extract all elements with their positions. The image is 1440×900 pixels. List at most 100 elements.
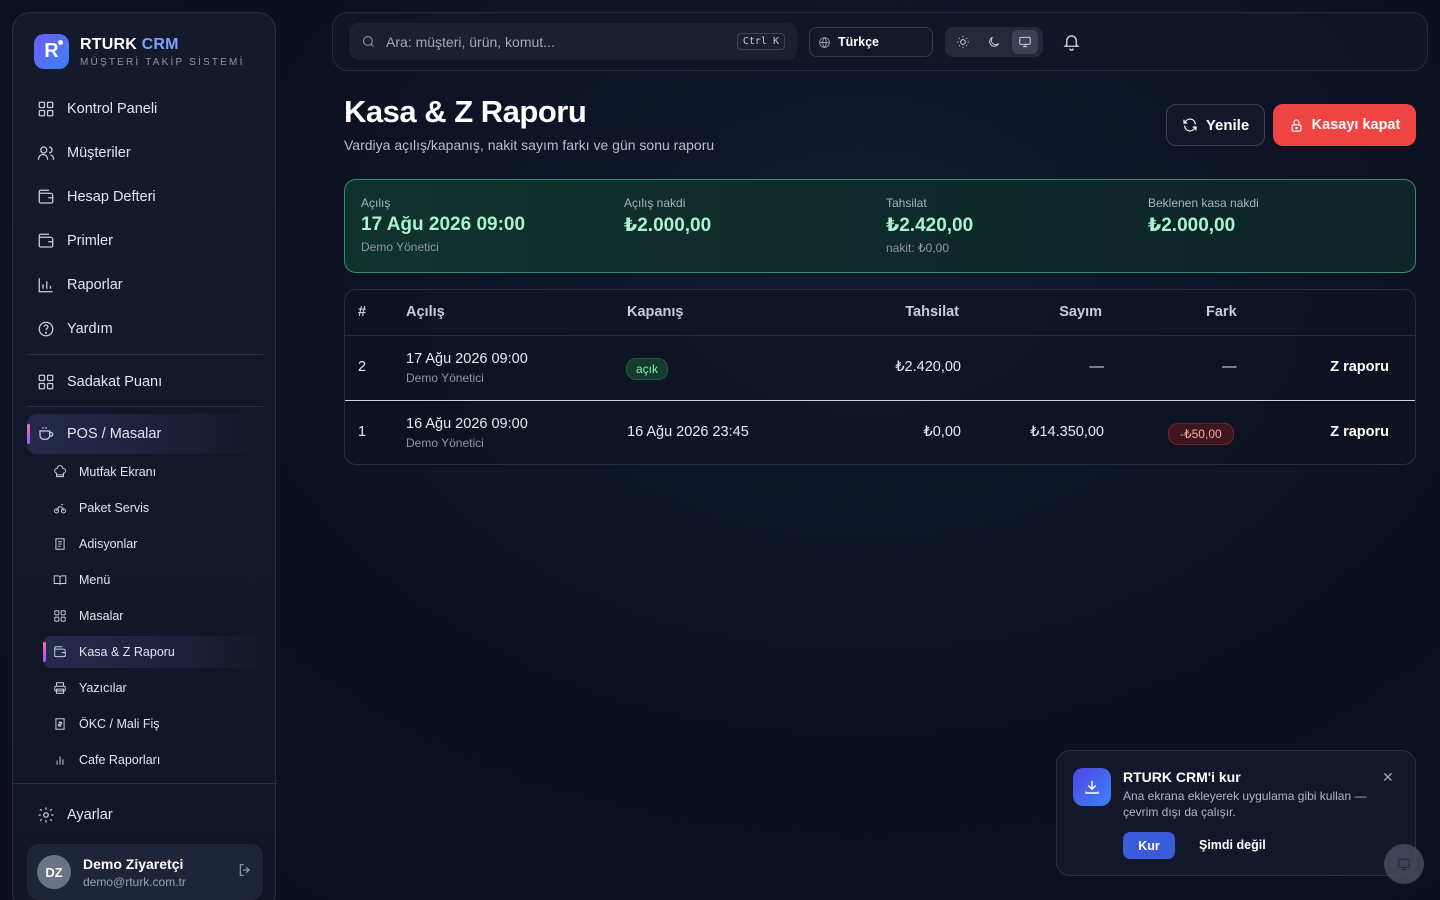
sidebar-subitem-kitchen[interactable]: Mutfak Ekranı — [43, 456, 263, 488]
user-card[interactable]: DZ Demo Ziyaretçi demo@rturk.com.tr — [27, 844, 263, 900]
sidebar-item-loyalty[interactable]: Sadakat Puanı — [27, 362, 263, 402]
wallet-icon — [38, 189, 54, 204]
sidebar-subitem-menu[interactable]: Menü — [43, 564, 263, 596]
notifications-button[interactable] — [1062, 32, 1081, 56]
sidebar: R RTURK CRM MÜŞTERİ TAKİP SİSTEMİ Kontro… — [12, 12, 277, 900]
stat-value: ₺2.000,00 — [624, 215, 712, 236]
sidebar-item-label: POS / Masalar — [67, 426, 162, 442]
sidebar-item-dashboard[interactable]: Kontrol Paneli — [27, 89, 263, 129]
sidebar-subitem-label: Menü — [79, 573, 111, 587]
grid-icon — [54, 610, 66, 622]
brand[interactable]: R RTURK CRM MÜŞTERİ TAKİP SİSTEMİ — [34, 34, 245, 69]
status-badge: açık — [626, 358, 669, 380]
sidebar-subitem-fiscal-receipt[interactable]: ÖKC / Mali Fiş — [43, 708, 263, 740]
sidebar-subitem-register-z-report[interactable]: Kasa & Z Raporu — [43, 636, 263, 668]
table-row: 1 16 Ağu 2026 09:00 Demo Yönetici 16 Ağu… — [345, 400, 1415, 464]
chat-icon — [1398, 858, 1410, 870]
sidebar-subitem-printers[interactable]: Yazıcılar — [43, 672, 263, 704]
theme-system-button[interactable] — [1011, 30, 1038, 54]
brand-logo: R — [34, 34, 69, 69]
grid-icon — [38, 101, 54, 117]
sidebar-item-label: Ayarlar — [67, 807, 113, 823]
brand-logo-letter: R — [44, 40, 59, 62]
stat-value: ₺2.420,00 — [886, 215, 974, 236]
sidebar-item-label: Yardım — [67, 321, 113, 337]
difference-badge: -₺50,00 — [1168, 423, 1234, 445]
search-input[interactable] — [386, 33, 727, 50]
install-app-toast: RTURK CRM'i kur Ana ekrana ekleyerek uyg… — [1056, 750, 1416, 876]
sidebar-item-pos[interactable]: POS / Masalar — [27, 414, 263, 454]
receipt-icon — [55, 538, 65, 550]
row-closing-date: 16 Ağu 2026 23:45 — [627, 424, 749, 440]
row-opening-by: Demo Yönetici — [406, 371, 484, 385]
column-header-count: Sayım — [1059, 304, 1102, 320]
close-icon[interactable]: ✕ — [1382, 769, 1394, 786]
refresh-button[interactable]: Yenile — [1166, 104, 1265, 146]
bell-icon — [1063, 35, 1080, 51]
sidebar-subitem-delivery[interactable]: Paket Servis — [43, 492, 263, 524]
sidebar-subitem-label: Cafe Raporları — [79, 753, 161, 767]
sun-icon — [957, 36, 970, 48]
stat-expected-cash: Beklenen kasa nakdi ₺2.000,00 — [1148, 196, 1259, 237]
sidebar-item-help[interactable]: Yardım — [27, 309, 263, 349]
sidebar-item-settings[interactable]: Ayarlar — [27, 795, 263, 835]
sidebar-item-label: Hesap Defteri — [67, 189, 156, 205]
sidebar-item-label: Raporlar — [67, 277, 123, 293]
sidebar-subitem-label: Mutfak Ekranı — [79, 465, 157, 479]
row-count: — — [1089, 359, 1105, 375]
top-bar: Ctrl K Türkçe — [332, 12, 1428, 71]
sidebar-subitem-label: Paket Servis — [79, 501, 150, 515]
toast-title: RTURK CRM'i kur — [1123, 769, 1241, 785]
z-report-link[interactable]: Z raporu — [1330, 359, 1389, 375]
brand-name: RTURK CRM — [80, 36, 245, 54]
sidebar-item-bonuses[interactable]: Primler — [27, 221, 263, 261]
refresh-label: Yenile — [1205, 116, 1250, 134]
grid-icon — [38, 374, 54, 390]
chat-button[interactable] — [1384, 844, 1424, 884]
shifts-table: # Açılış Kapanış Tahsilat Sayım Fark 2 1… — [344, 289, 1416, 465]
book-icon — [53, 575, 67, 585]
bar-chart-icon — [38, 278, 53, 293]
page-title: Kasa & Z Raporu — [344, 94, 587, 129]
lock-icon — [1291, 118, 1302, 132]
install-button[interactable]: Kur — [1123, 832, 1175, 859]
sidebar-item-reports[interactable]: Raporlar — [27, 265, 263, 305]
sidebar-divider — [27, 406, 263, 407]
theme-dark-button[interactable] — [981, 30, 1007, 54]
sidebar-item-customers[interactable]: Müşteriler — [27, 133, 263, 173]
column-header-closing: Kapanış — [627, 304, 684, 320]
bike-icon — [53, 504, 67, 514]
gear-icon — [38, 807, 54, 823]
receipt-icon — [55, 718, 65, 730]
row-count: ₺14.350,00 — [1030, 424, 1104, 440]
register-summary-card: Açılış 17 Ağu 2026 09:00 Demo Yönetici A… — [344, 179, 1416, 273]
printer-icon — [54, 682, 66, 694]
row-opening-date: 17 Ağu 2026 09:00 — [406, 351, 528, 367]
stat-label: Beklenen kasa nakdi — [1148, 196, 1259, 210]
toast-description: Ana ekrana ekleyerek uygulama gibi kulla… — [1123, 789, 1367, 819]
sidebar-item-ledger[interactable]: Hesap Defteri — [27, 177, 263, 217]
stat-collection: Tahsilat ₺2.420,00 nakit: ₺0,00 — [886, 196, 973, 255]
row-collection: ₺2.420,00 — [895, 359, 961, 375]
close-register-button[interactable]: Kasayı kapat — [1273, 104, 1416, 146]
stat-value: 17 Ağu 2026 09:00 — [361, 214, 526, 235]
theme-light-button[interactable] — [950, 30, 976, 54]
brand-subtitle: MÜŞTERİ TAKİP SİSTEMİ — [80, 56, 245, 68]
language-select[interactable]: Türkçe — [809, 27, 933, 57]
logout-icon[interactable] — [237, 862, 253, 883]
sidebar-subitem-cafe-reports[interactable]: Cafe Raporları — [43, 744, 263, 776]
bar-chart-icon — [56, 756, 64, 765]
sidebar-subitem-tables[interactable]: Masalar — [43, 600, 263, 632]
sidebar-item-label: Kontrol Paneli — [67, 101, 158, 117]
brand-name-main: RTURK — [80, 35, 137, 53]
search-icon — [362, 35, 374, 47]
search-box[interactable]: Ctrl K — [349, 23, 797, 60]
row-collection: ₺0,00 — [923, 424, 961, 440]
chef-hat-icon — [54, 465, 67, 478]
sidebar-divider — [27, 354, 263, 355]
not-now-button[interactable]: Şimdi değil — [1199, 838, 1266, 852]
z-report-link[interactable]: Z raporu — [1330, 424, 1389, 440]
page-subtitle: Vardiya açılış/kapanış, nakit sayım fark… — [344, 137, 715, 153]
download-icon — [1073, 768, 1111, 806]
sidebar-subitem-bills[interactable]: Adisyonlar — [43, 528, 263, 560]
